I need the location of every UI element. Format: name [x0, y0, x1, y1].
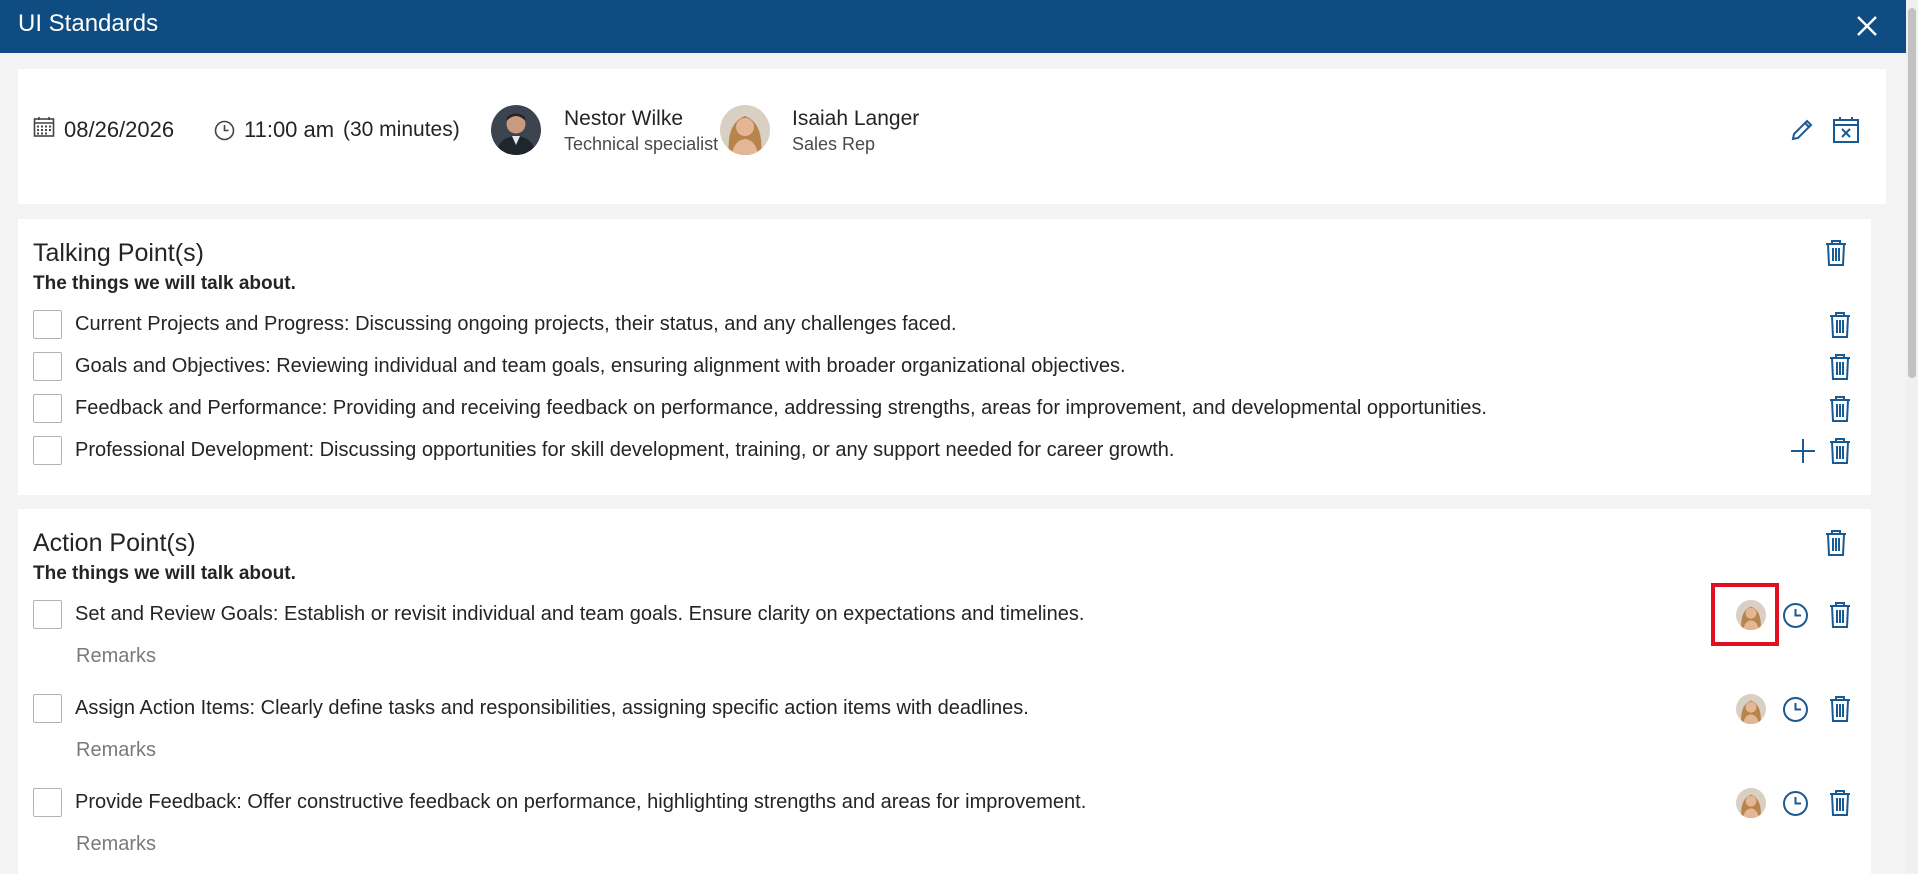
edit-icon[interactable]: [1788, 116, 1816, 144]
meeting-date: 08/26/2026: [64, 117, 175, 142]
checkbox[interactable]: [33, 310, 62, 339]
talking-point-text: Feedback and Performance: Providing and …: [75, 397, 1487, 419]
participant-role: Technical specialist: [564, 134, 719, 154]
meeting-time: 11:00 am: [244, 117, 335, 142]
delete-icon[interactable]: [1827, 395, 1853, 423]
due-date-clock-icon[interactable]: [1782, 602, 1809, 629]
assignee-avatar[interactable]: [1736, 788, 1766, 818]
talking-point-text: Professional Development: Discussing opp…: [75, 439, 1175, 461]
action-point-text: Set and Review Goals: Establish or revis…: [75, 603, 1085, 625]
window-title: UI Standards: [18, 10, 159, 37]
action-point-text: Provide Feedback: Offer constructive fee…: [75, 791, 1087, 813]
list-item: Provide Feedback: Offer constructive fee…: [33, 783, 1853, 823]
list-item: Current Projects and Progress: Discussin…: [33, 305, 1853, 345]
action-point-text: Assign Action Items: Clearly define task…: [75, 697, 1029, 719]
list-item: Goals and Objectives: Reviewing individu…: [33, 347, 1853, 387]
checkbox[interactable]: [33, 394, 62, 423]
delete-icon[interactable]: [1827, 437, 1853, 465]
assignee-avatar[interactable]: [1736, 600, 1766, 630]
meeting-info-card: 08/26/2026 11:00 am (30 minutes) Nestor …: [18, 69, 1886, 204]
participant-role: Sales Rep: [792, 134, 876, 154]
section-title: Talking Point(s): [33, 239, 204, 267]
clock-icon: [214, 120, 235, 141]
participant-name: Nestor Wilke: [564, 107, 684, 130]
add-icon[interactable]: [1789, 437, 1817, 465]
talking-point-text: Goals and Objectives: Reviewing individu…: [75, 355, 1126, 377]
window-titlebar: UI Standards: [0, 0, 1906, 53]
section-title: Action Point(s): [33, 529, 196, 557]
scrollbar-thumb[interactable]: [1908, 8, 1916, 378]
list-item: Assign Action Items: Clearly define task…: [33, 689, 1853, 729]
remarks-field[interactable]: Remarks: [76, 833, 156, 856]
list-item: Set and Review Goals: Establish or revis…: [33, 583, 1853, 646]
meeting-duration: (30 minutes): [343, 118, 460, 141]
remarks-field[interactable]: Remarks: [76, 645, 156, 668]
list-item: Professional Development: Discussing opp…: [33, 431, 1853, 471]
talking-point-text: Current Projects and Progress: Discussin…: [75, 313, 957, 335]
calendar-icon: [33, 117, 55, 137]
due-date-clock-icon[interactable]: [1782, 696, 1809, 723]
due-date-clock-icon[interactable]: [1782, 790, 1809, 817]
section-subtitle: The things we will talk about.: [33, 563, 296, 584]
scrollbar-track[interactable]: [1906, 0, 1918, 874]
delete-section-icon[interactable]: [1823, 529, 1849, 557]
delete-section-icon[interactable]: [1823, 239, 1849, 267]
checkbox[interactable]: [33, 600, 62, 629]
checkbox[interactable]: [33, 788, 62, 817]
checkbox[interactable]: [33, 436, 62, 465]
close-icon[interactable]: [1854, 13, 1880, 39]
cancel-meeting-icon[interactable]: [1832, 116, 1860, 144]
delete-icon[interactable]: [1827, 695, 1853, 723]
list-item: Feedback and Performance: Providing and …: [33, 389, 1853, 429]
delete-icon[interactable]: [1827, 311, 1853, 339]
remarks-field[interactable]: Remarks: [76, 739, 156, 762]
talking-points-section: Talking Point(s) The things we will talk…: [18, 219, 1871, 495]
assignee-avatar[interactable]: [1736, 694, 1766, 724]
checkbox[interactable]: [33, 352, 62, 381]
delete-icon[interactable]: [1827, 601, 1853, 629]
section-subtitle: The things we will talk about.: [33, 273, 296, 294]
delete-icon[interactable]: [1827, 353, 1853, 381]
checkbox[interactable]: [33, 694, 62, 723]
avatar: [720, 105, 770, 155]
action-points-section: Action Point(s) The things we will talk …: [18, 509, 1871, 874]
participant-name: Isaiah Langer: [792, 107, 920, 130]
avatar: [491, 105, 541, 155]
delete-icon[interactable]: [1827, 789, 1853, 817]
